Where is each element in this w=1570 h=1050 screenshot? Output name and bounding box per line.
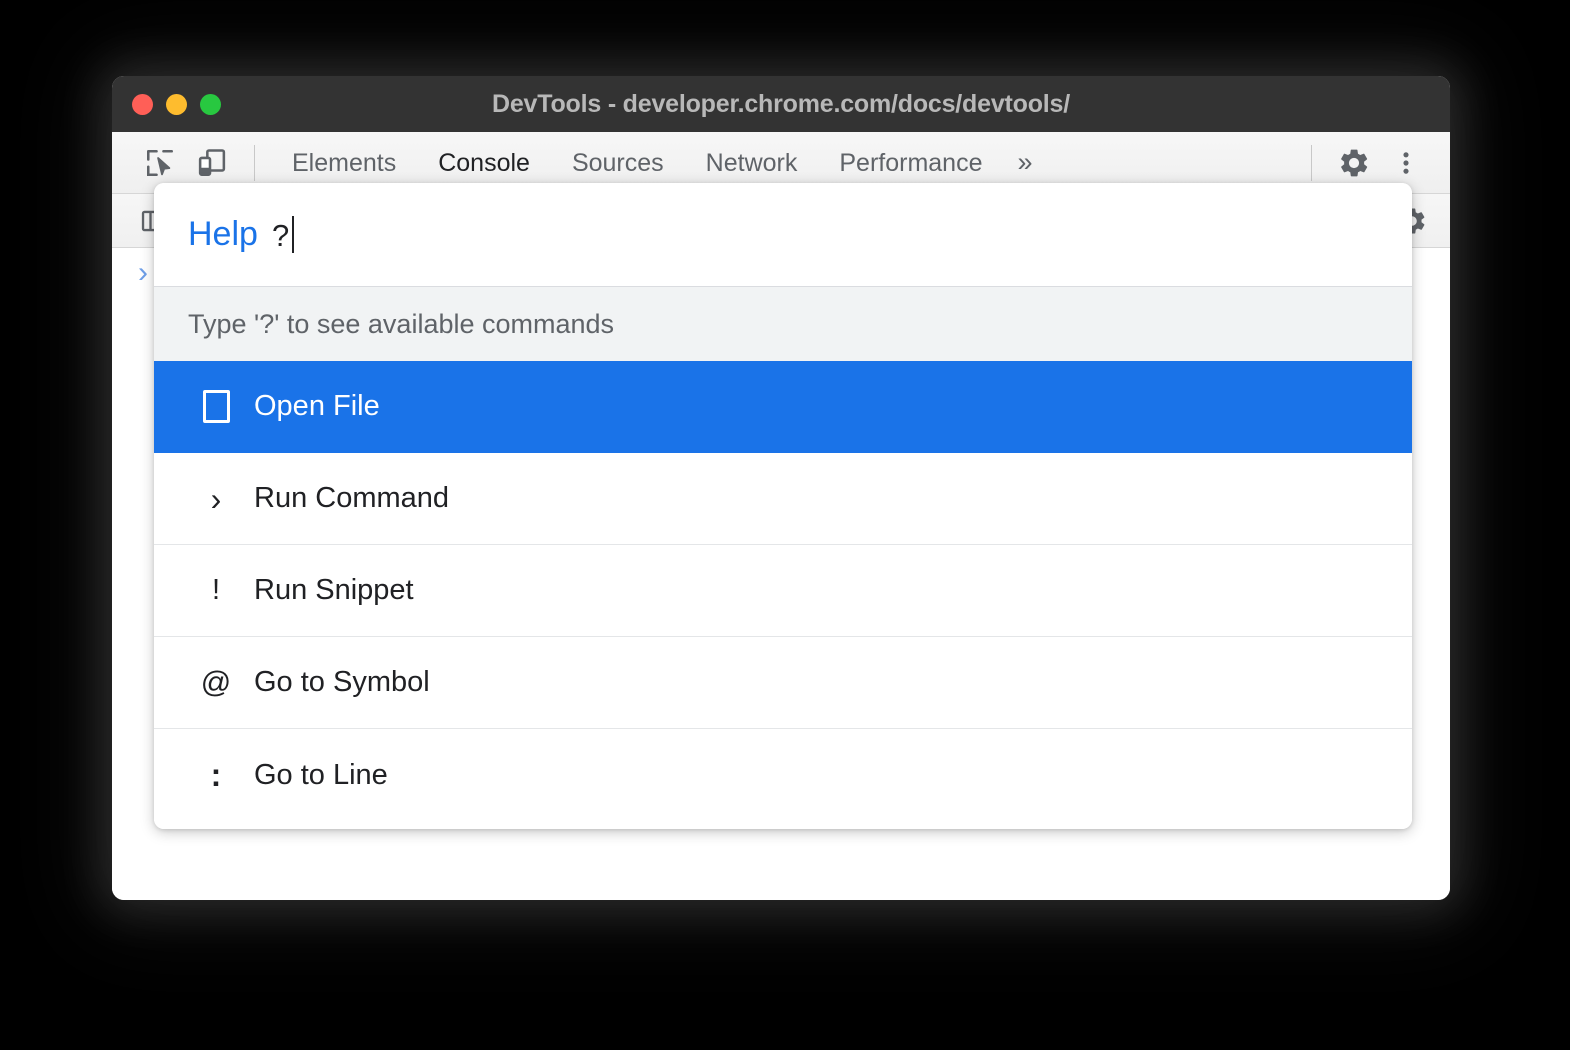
list-item-go-to-symbol[interactable]: @ Go to Symbol <box>154 637 1412 729</box>
command-palette-input[interactable]: ? <box>272 216 294 254</box>
command-palette-input-row[interactable]: Help ? <box>154 183 1412 287</box>
traffic-lights <box>132 76 221 132</box>
list-item-run-snippet[interactable]: ! Run Snippet <box>154 545 1412 637</box>
exclamation-icon: ! <box>188 576 244 605</box>
list-item-run-command[interactable]: › Run Command <box>154 453 1412 545</box>
at-sign-icon: @ <box>188 668 244 698</box>
gear-icon[interactable] <box>1328 137 1380 189</box>
chevron-right-icon: › <box>188 483 244 515</box>
command-palette-query-text: ? <box>272 218 289 253</box>
text-caret <box>292 216 294 253</box>
list-item-go-to-line[interactable]: : Go to Line <box>154 729 1412 821</box>
screen: DevTools - developer.chrome.com/docs/dev… <box>0 0 1570 1050</box>
list-item-label: Run Snippet <box>254 574 414 607</box>
command-palette-prefix-tag: Help <box>188 215 258 254</box>
list-item-label: Go to Symbol <box>254 666 430 699</box>
command-palette-list: Open File › Run Command ! Run Snippet @ … <box>154 361 1412 829</box>
toolbar-right-actions <box>1295 137 1432 189</box>
list-item-label: Run Command <box>254 482 449 515</box>
device-toolbar-icon[interactable] <box>186 137 238 189</box>
more-tabs-icon[interactable]: » <box>1003 149 1044 176</box>
list-item-open-file[interactable]: Open File <box>154 361 1412 453</box>
minimize-window-button[interactable] <box>166 94 187 115</box>
file-icon <box>188 390 244 423</box>
command-palette: Help ? Type '?' to see available command… <box>154 183 1412 829</box>
window-title: DevTools - developer.chrome.com/docs/dev… <box>112 90 1450 119</box>
close-window-button[interactable] <box>132 94 153 115</box>
toolbar-divider-right <box>1311 145 1312 181</box>
window-titlebar: DevTools - developer.chrome.com/docs/dev… <box>112 76 1450 132</box>
toolbar-divider <box>254 145 255 181</box>
maximize-window-button[interactable] <box>200 94 221 115</box>
list-item-label: Open File <box>254 390 380 423</box>
list-item-label: Go to Line <box>254 759 388 792</box>
colon-icon: : <box>188 759 244 791</box>
kebab-menu-icon[interactable] <box>1380 137 1432 189</box>
command-palette-hint: Type '?' to see available commands <box>154 287 1412 361</box>
inspect-element-icon[interactable] <box>134 137 186 189</box>
console-prompt-icon: › <box>138 258 148 288</box>
